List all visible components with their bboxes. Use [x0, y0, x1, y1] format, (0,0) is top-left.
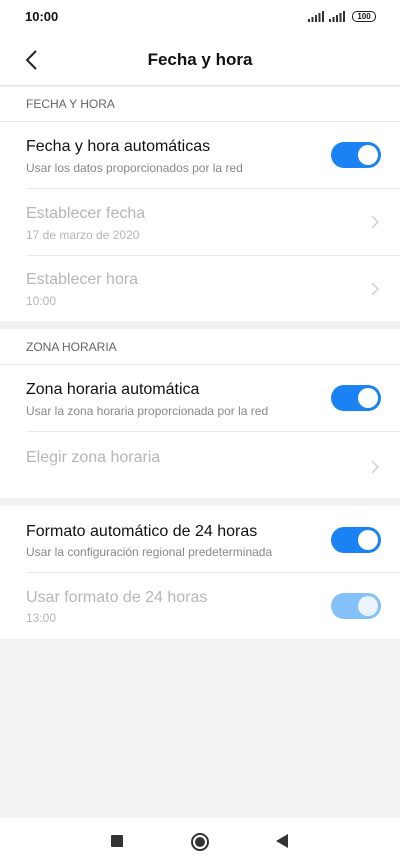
row-subtitle: 17 de marzo de 2020: [26, 228, 140, 242]
recents-square-icon[interactable]: [111, 835, 123, 847]
auto-date-time-toggle[interactable]: [331, 142, 381, 168]
auto-timezone-row[interactable]: Zona horaria automática Usar la zona hor…: [0, 365, 400, 431]
app-header: Fecha y hora: [0, 34, 400, 86]
row-subtitle: Usar la zona horaria proporcionada por l…: [26, 404, 269, 418]
signal-icon: [308, 11, 324, 22]
signal-icon: [329, 11, 345, 22]
back-triangle-icon[interactable]: [276, 834, 288, 848]
row-subtitle: 13:00: [26, 611, 57, 625]
row-subtitle: Usar la configuración regional predeterm…: [26, 545, 273, 559]
section-header-timezone: ZONA HORARIA: [26, 340, 117, 354]
auto-timezone-toggle[interactable]: [331, 385, 381, 411]
auto-24h-format-row[interactable]: Formato automático de 24 horas Usar la c…: [0, 506, 400, 572]
battery-icon: 100: [352, 11, 376, 22]
chevron-right-icon: [371, 215, 380, 229]
row-subtitle: Usar los datos proporcionados por la red: [26, 161, 243, 175]
row-title: Fecha y hora automáticas: [26, 138, 211, 155]
row-title: Zona horaria automática: [26, 381, 200, 398]
page-title: Fecha y hora: [147, 50, 253, 69]
use-24h-format-row[interactable]: Usar formato de 24 horas 13:00: [0, 573, 400, 639]
status-bar: 10:00 100: [0, 0, 400, 34]
row-subtitle: 10:00: [26, 294, 57, 308]
auto-date-time-row[interactable]: Fecha y hora automáticas Usar los datos …: [0, 122, 400, 188]
use-24h-format-toggle[interactable]: [331, 593, 381, 619]
chevron-right-icon: [371, 282, 380, 296]
row-title: Formato automático de 24 horas: [26, 523, 258, 540]
navigation-bar: [0, 818, 400, 866]
date-time-section: FECHA Y HORA Fecha y hora automáticas Us…: [0, 87, 400, 321]
section-header-date-time: FECHA Y HORA: [26, 97, 115, 111]
format-section: Formato automático de 24 horas Usar la c…: [0, 506, 400, 639]
row-title: Usar formato de 24 horas: [26, 589, 208, 606]
timezone-section: ZONA HORARIA Zona horaria automática Usa…: [0, 329, 400, 498]
row-title: Elegir zona horaria: [26, 449, 161, 466]
set-time-row[interactable]: Establecer hora 10:00: [0, 256, 400, 321]
home-circle-icon[interactable]: [191, 833, 209, 851]
row-title: Establecer hora: [26, 271, 139, 288]
chevron-right-icon: [371, 460, 380, 474]
auto-24h-format-toggle[interactable]: [331, 527, 381, 553]
choose-timezone-row[interactable]: Elegir zona horaria: [0, 432, 400, 498]
status-time: 10:00: [25, 9, 59, 24]
row-title: Establecer fecha: [26, 205, 146, 222]
set-date-row[interactable]: Establecer fecha 17 de marzo de 2020: [0, 189, 400, 255]
